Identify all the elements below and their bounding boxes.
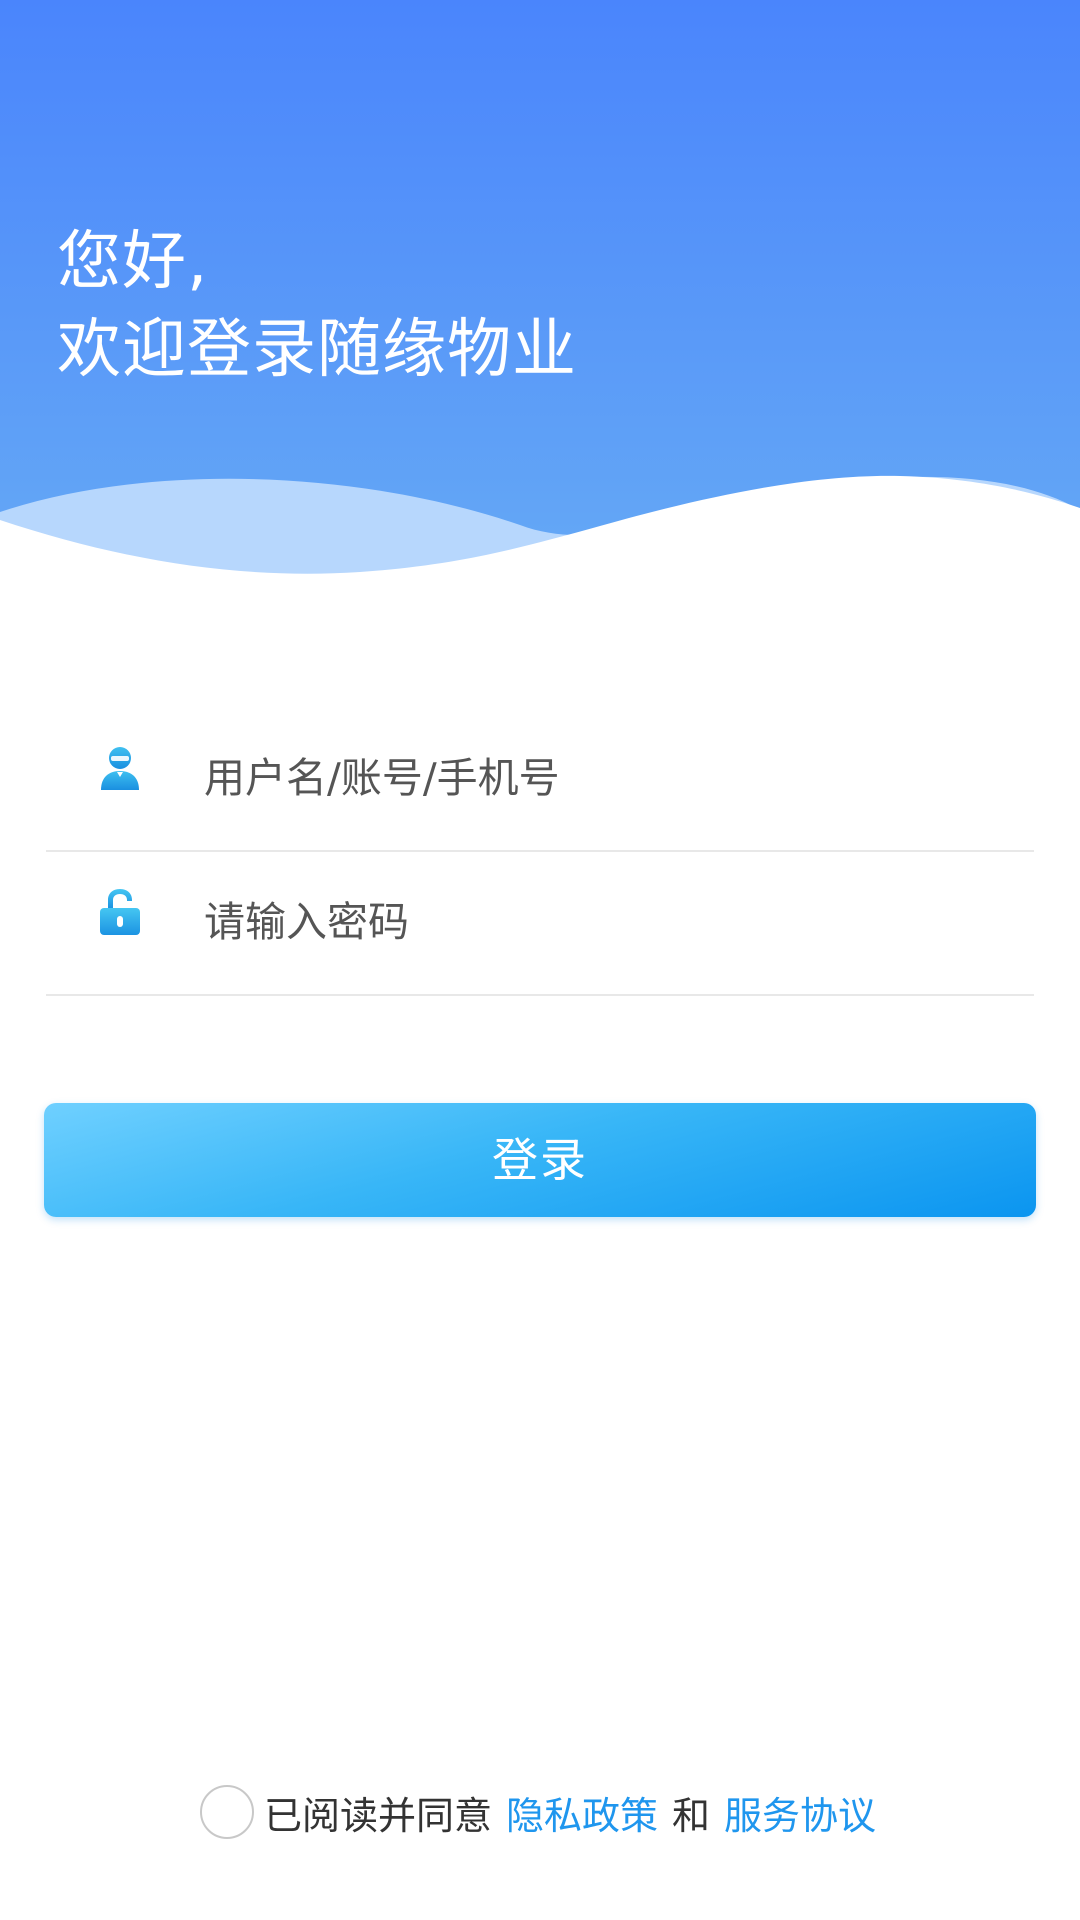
agreement-and: 和 (672, 1793, 711, 1838)
header-banner: 您好, 欢迎登录随缘物业 (0, 0, 1080, 600)
agreement-prefix: 已阅读并同意 (264, 1793, 493, 1838)
service-agreement-link[interactable]: 服务协议 (724, 1785, 876, 1840)
greeting-line-2: 欢迎登录随缘物业 (57, 313, 577, 387)
greeting-line-1: 您好, (57, 225, 209, 299)
password-field (46, 850, 1034, 996)
username-input[interactable] (204, 706, 1004, 850)
agreement-checkbox[interactable] (200, 1785, 254, 1839)
login-page: 您好, 欢迎登录随缘物业 用户名/账号/手机号 登录 已阅读并同意 隐私政策 和… (0, 0, 1080, 1920)
privacy-policy-link[interactable]: 隐私政策 (506, 1785, 658, 1840)
user-icon (98, 744, 142, 792)
password-input[interactable] (204, 850, 1004, 994)
unlock-icon (98, 888, 142, 936)
login-button[interactable]: 登录 (44, 1103, 1036, 1217)
welcome-greeting: 您好, 欢迎登录随缘物业 (57, 218, 577, 394)
agreement-row: 已阅读并同意 隐私政策 和 服务协议 (200, 1782, 876, 1842)
username-field (46, 706, 1034, 852)
